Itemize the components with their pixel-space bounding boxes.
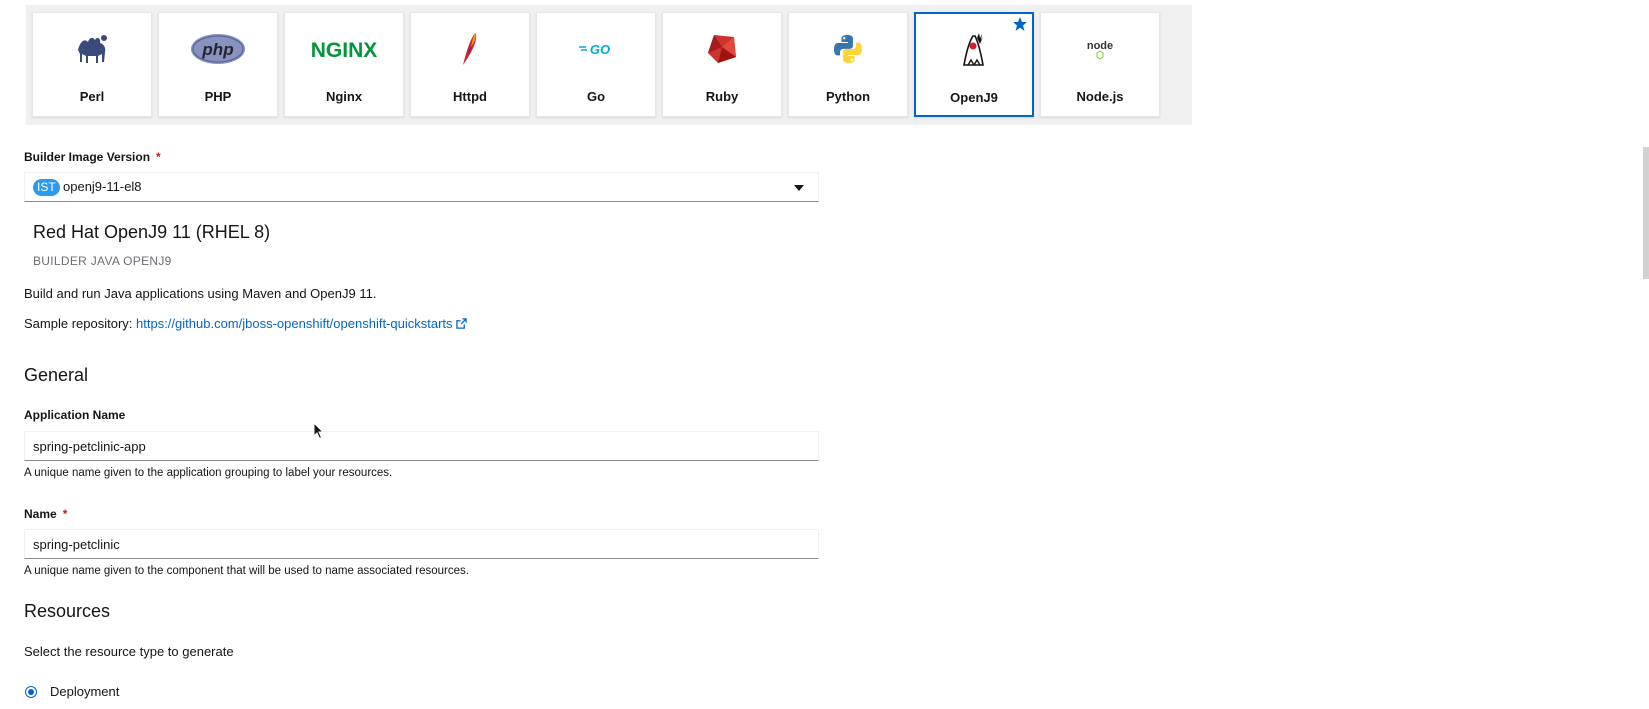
star-icon bbox=[1013, 17, 1027, 31]
application-name-helper: A unique name given to the application g… bbox=[24, 467, 393, 479]
svg-text:php: php bbox=[201, 40, 233, 59]
external-link-icon bbox=[455, 318, 467, 329]
sample-repository-link[interactable]: https://github.com/jboss-openshift/opens… bbox=[136, 316, 467, 331]
sample-repository-prefix: Sample repository: bbox=[24, 316, 133, 331]
svg-text:node: node bbox=[1087, 40, 1113, 52]
python-icon bbox=[789, 30, 907, 68]
tile-perl[interactable]: Perl bbox=[32, 12, 152, 117]
tile-label: Python bbox=[825, 89, 871, 104]
camel-icon bbox=[33, 30, 151, 68]
ist-badge: IST bbox=[33, 179, 60, 196]
deployment-radio[interactable] bbox=[25, 686, 37, 698]
tile-label: OpenJ9 bbox=[950, 90, 998, 105]
scrollbar-thumb[interactable] bbox=[1643, 147, 1649, 279]
tile-label: Ruby bbox=[705, 89, 739, 104]
tile-httpd[interactable]: Httpd bbox=[410, 12, 530, 117]
tile-label: Nginx bbox=[325, 89, 363, 104]
builder-image-selector: Perl php PHP NGINX Nginx Httpd GO Go Rub… bbox=[26, 5, 1192, 125]
resources-prompt: Select the resource type to generate bbox=[24, 644, 234, 659]
tile-openj9[interactable]: OpenJ9 bbox=[914, 12, 1034, 117]
name-label: Name * bbox=[24, 507, 68, 521]
builder-image-version-label: Builder Image Version * bbox=[24, 150, 161, 164]
name-input[interactable] bbox=[24, 529, 819, 559]
nginx-icon: NGINX bbox=[285, 30, 403, 68]
tile-nodejs[interactable]: node Node.js bbox=[1040, 12, 1160, 117]
tile-label: Perl bbox=[79, 89, 105, 104]
php-icon: php bbox=[159, 30, 277, 68]
select-value: openj9-11-el8 bbox=[63, 179, 142, 194]
name-helper: A unique name given to the component tha… bbox=[24, 565, 469, 577]
application-name-input[interactable] bbox=[24, 431, 819, 461]
svg-text:NGINX: NGINX bbox=[311, 39, 378, 61]
tile-python[interactable]: Python bbox=[788, 12, 908, 117]
mouse-cursor-icon bbox=[313, 422, 325, 440]
tile-label: PHP bbox=[204, 89, 232, 104]
go-icon: GO bbox=[537, 30, 655, 68]
deployment-radio-label[interactable]: Deployment bbox=[50, 684, 119, 699]
duke-icon bbox=[916, 31, 1032, 69]
tile-nginx[interactable]: NGINX Nginx bbox=[284, 12, 404, 117]
nodejs-icon: node bbox=[1041, 30, 1159, 68]
tile-label: Go bbox=[586, 89, 606, 104]
caret-down-icon bbox=[794, 185, 804, 191]
svg-text:GO: GO bbox=[590, 42, 610, 57]
sample-link-text: https://github.com/jboss-openshift/opens… bbox=[136, 316, 453, 331]
image-tags: BUILDER JAVA OPENJ9 bbox=[33, 254, 172, 268]
application-name-label: Application Name bbox=[24, 408, 126, 422]
tile-go[interactable]: GO Go bbox=[536, 12, 656, 117]
general-heading: General bbox=[24, 365, 89, 385]
image-title: Red Hat OpenJ9 11 (RHEL 8) bbox=[33, 222, 271, 242]
tile-ruby[interactable]: Ruby bbox=[662, 12, 782, 117]
sample-repository: Sample repository: https://github.com/jb… bbox=[24, 316, 467, 331]
resources-heading: Resources bbox=[24, 601, 111, 621]
tile-php[interactable]: php PHP bbox=[158, 12, 278, 117]
tile-label: Node.js bbox=[1076, 89, 1124, 104]
tile-label: Httpd bbox=[453, 89, 487, 104]
image-description: Build and run Java applications using Ma… bbox=[24, 286, 377, 301]
required-marker: * bbox=[156, 150, 161, 164]
builder-image-version-select[interactable]: IST openj9-11-el8 bbox=[24, 172, 819, 202]
required-marker: * bbox=[62, 507, 68, 521]
ruby-icon bbox=[663, 30, 781, 68]
feather-icon bbox=[411, 30, 529, 68]
